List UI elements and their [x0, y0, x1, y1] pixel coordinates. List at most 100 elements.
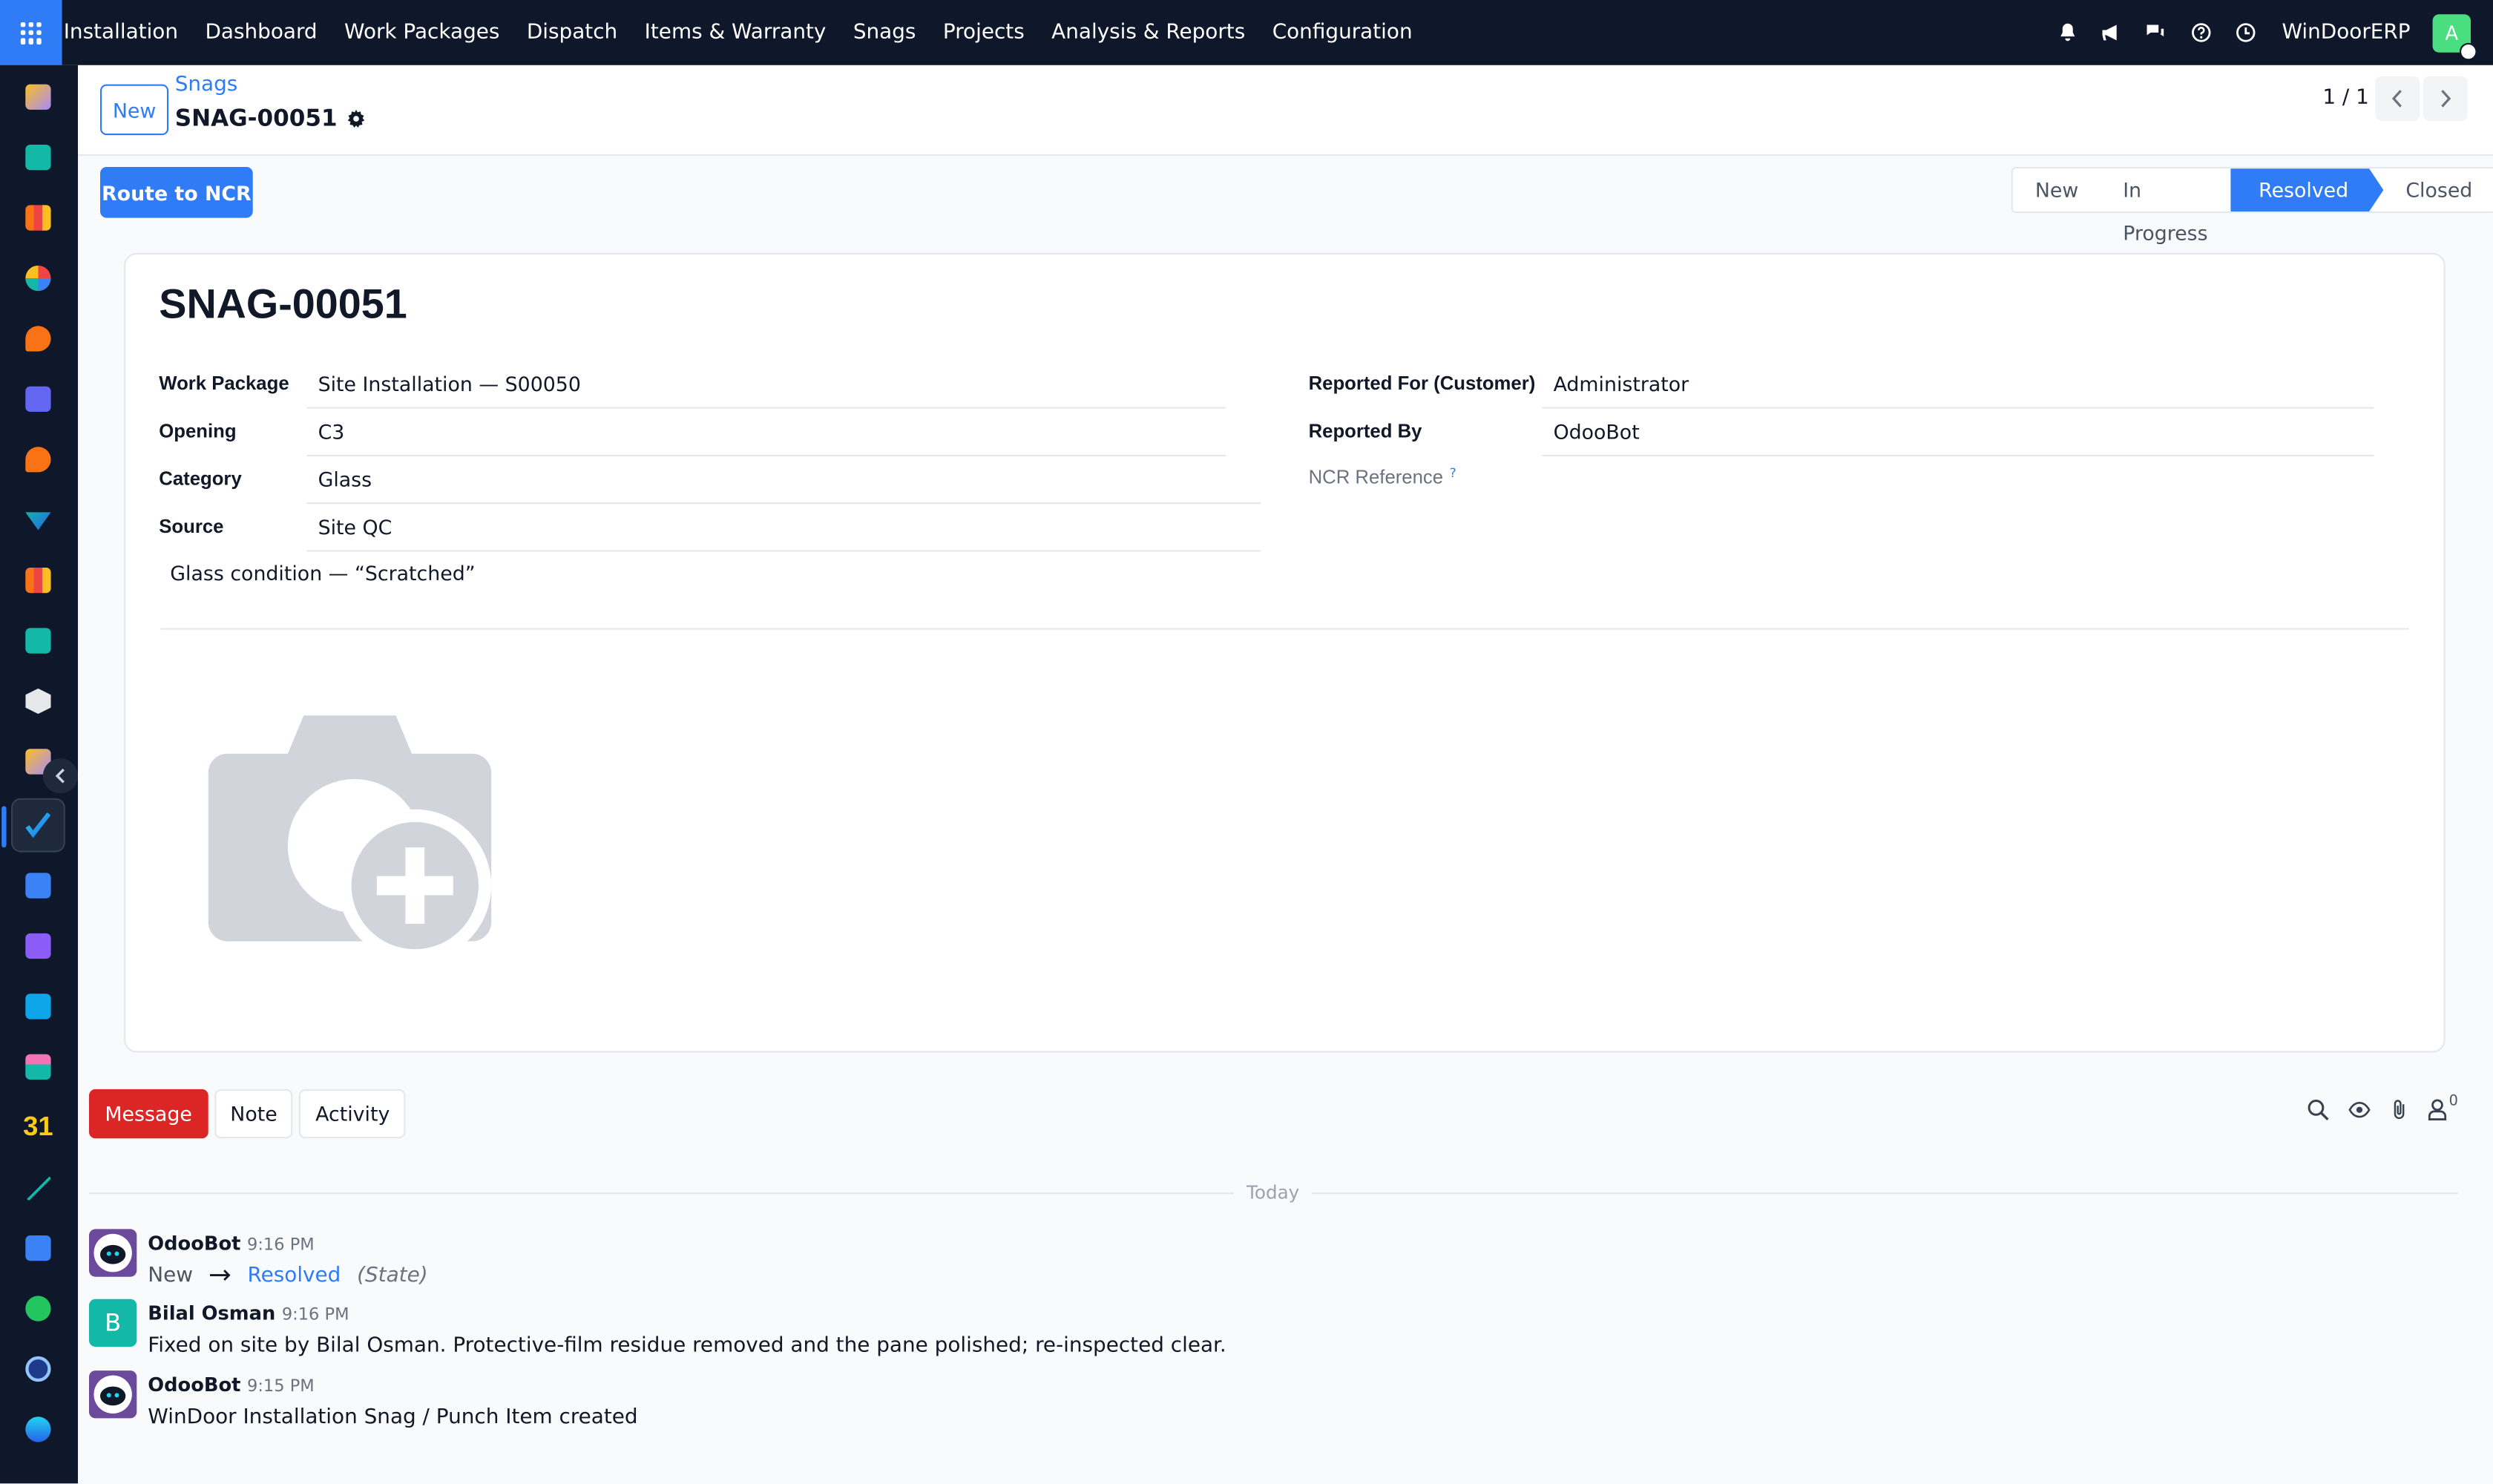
sidebar-app-6[interactable] — [11, 372, 65, 426]
company-switcher[interactable]: WinDoorERP — [2282, 21, 2410, 45]
odoobot-avatar[interactable] — [89, 1229, 137, 1277]
new-state: Resolved — [247, 1264, 341, 1288]
main-menu: Installation Dashboard Work Packages Dis… — [62, 0, 1426, 65]
activity-button[interactable]: Activity — [299, 1089, 406, 1139]
megaphone-icon[interactable] — [2101, 22, 2123, 44]
help-icon[interactable] — [2190, 22, 2212, 44]
sidebar-app-22[interactable] — [11, 1342, 65, 1396]
eye-icon[interactable] — [2348, 1100, 2371, 1120]
search-icon[interactable] — [2308, 1099, 2330, 1121]
category-input[interactable]: Glass — [306, 456, 1261, 505]
sidebar-app-3[interactable] — [11, 191, 65, 245]
stage-closed[interactable]: Closed — [2383, 168, 2493, 211]
sidebar-app-23[interactable] — [11, 1402, 65, 1457]
help-tooltip-icon[interactable]: ? — [1450, 466, 1456, 480]
record-title: SNAG-00051 — [175, 107, 367, 132]
follower-count: 0 — [2448, 1094, 2458, 1110]
menu-projects[interactable]: Projects — [930, 0, 1038, 65]
stage-in-progress[interactable]: In Progress — [2101, 168, 2230, 245]
message-author[interactable]: Bilal Osman — [148, 1302, 275, 1324]
menu-dispatch[interactable]: Dispatch — [513, 0, 631, 65]
form-sheet: SNAG-00051 Work Package Site Installatio… — [124, 252, 2446, 1053]
field-ncr-reference: NCR Reference ? — [1309, 466, 1456, 488]
followers-button[interactable]: 0 — [2428, 1094, 2458, 1121]
tracking-change: New Resolved (State) — [148, 1264, 427, 1288]
sidebar-app-calendar[interactable]: 31 — [11, 1100, 65, 1155]
sidebar-app-19[interactable] — [11, 1160, 65, 1215]
pager-next-button[interactable] — [2423, 76, 2468, 121]
odoobot-avatar[interactable] — [89, 1370, 137, 1419]
sidebar-app-10[interactable] — [11, 614, 65, 668]
field-label: Category — [159, 467, 242, 490]
sidebar-app-16[interactable] — [11, 979, 65, 1034]
message-time: 9:16 PM — [247, 1235, 315, 1255]
bell-icon[interactable] — [2056, 22, 2078, 44]
avatar-initial: B — [105, 1308, 122, 1338]
sidebar-app-1[interactable] — [11, 70, 65, 124]
sidebar-app-17[interactable] — [11, 1040, 65, 1094]
sidebar-app-7[interactable] — [11, 433, 65, 487]
menu-analysis-reports[interactable]: Analysis & Reports — [1038, 0, 1259, 65]
sidebar-app-5[interactable] — [11, 312, 65, 366]
stage-resolved[interactable]: Resolved — [2230, 168, 2384, 211]
route-to-ncr-button[interactable]: Route to NCR — [100, 167, 253, 218]
sidebar-app-8[interactable] — [11, 493, 65, 547]
sidebar-app-2[interactable] — [11, 131, 65, 185]
sidebar-app-installation[interactable] — [1, 798, 65, 853]
menu-configuration[interactable]: Configuration — [1258, 0, 1425, 65]
sidebar-app-20[interactable] — [11, 1221, 65, 1275]
sidebar-app-15[interactable] — [11, 919, 65, 974]
message-author[interactable]: OdooBot — [148, 1232, 240, 1255]
chat-icon[interactable] — [2145, 22, 2167, 44]
source-input[interactable]: Site QC — [306, 504, 1261, 552]
pager-previous-button[interactable] — [2375, 76, 2420, 121]
sidebar-collapse-button[interactable] — [42, 758, 78, 794]
reported-by-input[interactable]: OdooBot — [1542, 409, 2374, 456]
app-icon — [25, 84, 51, 110]
send-message-button[interactable]: Message — [89, 1089, 208, 1139]
pager-value[interactable]: 1 / 1 — [2322, 86, 2369, 110]
whatsapp-icon — [25, 1296, 51, 1322]
presence-dot — [2460, 42, 2477, 60]
work-package-input[interactable]: Site Installation — S00050 — [306, 361, 1226, 409]
menu-items-warranty[interactable]: Items & Warranty — [631, 0, 839, 65]
bilal-avatar[interactable]: B — [89, 1298, 137, 1347]
gear-icon[interactable] — [347, 109, 367, 129]
image-upload-placeholder[interactable] — [199, 708, 501, 971]
chart-icon — [25, 205, 51, 231]
chevron-left-icon — [2391, 90, 2402, 108]
app-menu-button[interactable] — [0, 0, 62, 65]
stage-new[interactable]: New — [2013, 168, 2101, 211]
sidebar-app-14[interactable] — [11, 858, 65, 913]
message-body: WinDoor Installation Snag / Punch Item c… — [148, 1405, 638, 1430]
sidebar-app-whatsapp[interactable] — [11, 1281, 65, 1336]
menu-work-packages[interactable]: Work Packages — [331, 0, 513, 65]
arrow-right-icon — [208, 1270, 230, 1281]
grid-icon — [19, 21, 42, 44]
clock-icon[interactable] — [2234, 22, 2256, 44]
message-author[interactable]: OdooBot — [148, 1373, 240, 1396]
pie-icon — [25, 265, 51, 292]
gauge-icon — [25, 1356, 51, 1382]
user-icon — [2428, 1099, 2447, 1120]
opening-input[interactable]: C3 — [306, 409, 1226, 456]
field-label: Reported By — [1308, 419, 1422, 442]
menu-dashboard[interactable]: Dashboard — [191, 0, 331, 65]
message-header: OdooBot 9:16 PM — [148, 1232, 314, 1255]
sidebar-app-9[interactable] — [11, 554, 65, 608]
sidebar-app-11[interactable] — [11, 674, 65, 729]
camera-add-icon — [208, 715, 492, 962]
reported-for-input[interactable]: Administrator — [1542, 361, 2374, 409]
log-note-button[interactable]: Note — [214, 1089, 294, 1139]
tracked-field-name: (State) — [357, 1264, 428, 1288]
menu-installation[interactable]: Installation — [62, 0, 192, 65]
sidebar-app-4[interactable] — [11, 252, 65, 306]
paperclip-icon[interactable] — [2390, 1099, 2409, 1121]
menu-snags[interactable]: Snags — [840, 0, 930, 65]
chevron-left-icon — [55, 768, 65, 784]
description-text[interactable]: Glass condition — “Scratched” — [170, 561, 475, 585]
user-avatar[interactable]: A — [2432, 13, 2477, 60]
new-record-button[interactable]: New — [100, 84, 169, 136]
breadcrumb-snags[interactable]: Snags — [175, 73, 238, 97]
chart-icon — [25, 568, 51, 594]
